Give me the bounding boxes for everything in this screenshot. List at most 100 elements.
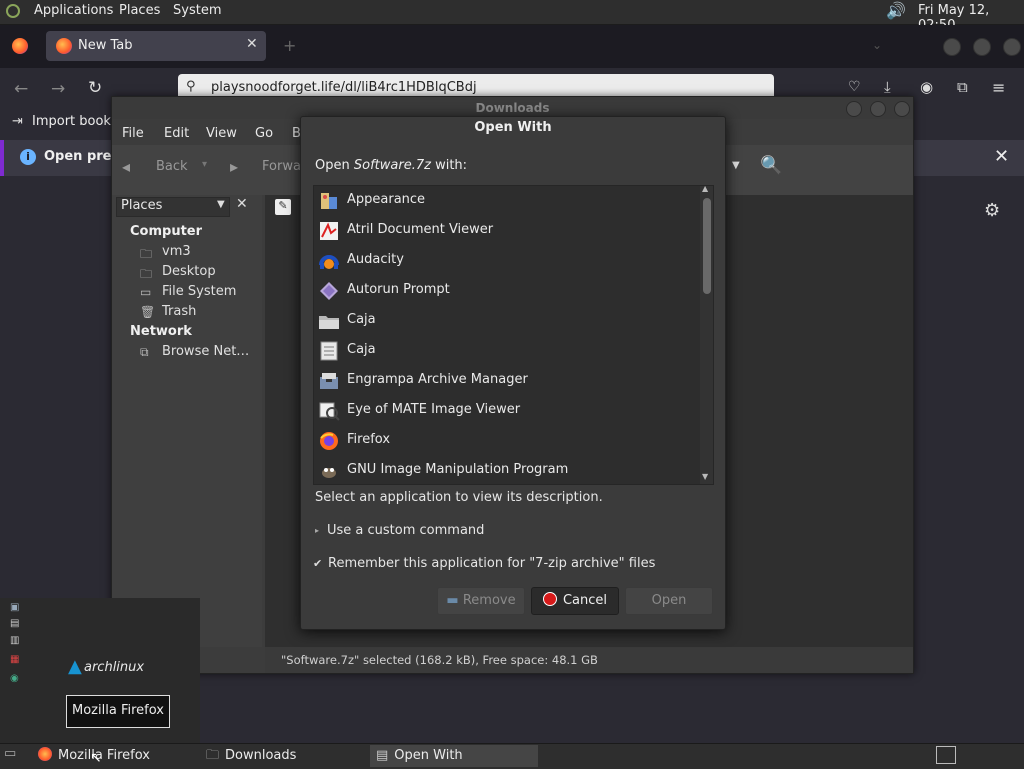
settings-gear-icon[interactable]: ⚙ [984, 200, 1000, 221]
reload-icon[interactable]: ↻ [88, 78, 102, 98]
caja-forward-button[interactable]: Forwa [262, 159, 301, 174]
cancel-label: Cancel [562, 593, 608, 608]
tab-title: New Tab [78, 38, 133, 53]
remove-label: Remove [462, 593, 516, 608]
firefox-icon [38, 747, 52, 761]
cancel-button[interactable]: Cancel [531, 587, 619, 615]
menu-system[interactable]: System [173, 3, 221, 18]
back-history-icon[interactable]: ▾ [202, 159, 207, 170]
list-item[interactable]: Appearance [314, 186, 700, 216]
url-text: playsnoodforget.life/dl/liB4rc1HDBlqCBdj [211, 80, 477, 95]
caja-forward-icon: ▸ [230, 157, 239, 176]
gimp-icon [322, 468, 336, 478]
prompt-suffix: with: [435, 158, 468, 173]
remove-button[interactable]: ▬ Remove [437, 587, 525, 615]
sidebar-item-vm3[interactable]: vm3 [162, 244, 191, 259]
import-bookmarks-link[interactable]: Import bookm [32, 114, 124, 129]
close-window-icon[interactable] [1003, 38, 1021, 56]
app-label: Firefox [347, 432, 391, 447]
remove-icon: ▬ [446, 593, 459, 608]
close-tab-icon[interactable]: ✕ [246, 36, 258, 52]
caja-menu-edit[interactable]: Edit [164, 126, 189, 141]
caja-menu-go[interactable]: Go [255, 126, 273, 141]
close-sidebar-icon[interactable]: ✕ [236, 196, 248, 212]
app-label: GNU Image Manipulation Program [347, 462, 569, 477]
close-notification-icon[interactable]: ✕ [994, 146, 1009, 167]
expander-arrow-icon[interactable]: ▸ [315, 526, 319, 535]
taskbar-item-downloads[interactable]: 🗀 Downloads [204, 745, 364, 767]
app-label: Caja [347, 342, 376, 357]
tooltip: Mozilla Firefox [66, 695, 170, 728]
caja-maximize-icon[interactable] [870, 101, 886, 117]
extensions-icon[interactable]: ⧉ [957, 78, 968, 96]
caja-menu-view[interactable]: View [206, 126, 237, 141]
location-dropdown-icon[interactable]: ▼ [732, 160, 740, 171]
sidebar-item-browse-network[interactable]: Browse Net… [162, 344, 249, 359]
list-item[interactable]: Audacity [314, 246, 700, 276]
list-item[interactable]: Caja [314, 306, 700, 336]
list-item[interactable]: GNU Image Manipulation Program [314, 456, 700, 484]
scroll-down-icon[interactable]: ▼ [702, 472, 708, 481]
app-desktop-icon[interactable]: ▦ [10, 654, 19, 665]
menu-icon[interactable]: ≡ [992, 78, 1005, 97]
sidebar-item-trash[interactable]: Trash [162, 304, 196, 319]
forward-icon[interactable]: → [51, 79, 65, 99]
list-item[interactable]: Eye of MATE Image Viewer [314, 396, 700, 426]
mouse-cursor-icon: ↖ [90, 750, 102, 766]
remember-label: Remember this application for "7-zip arc… [328, 556, 656, 571]
caja-menu-file[interactable]: File [122, 126, 144, 141]
list-item[interactable]: Atril Document Viewer [314, 216, 700, 246]
application-list[interactable]: Appearance Atril Document Viewer Audacit… [313, 185, 714, 485]
browser-desktop-icon[interactable]: ◉ [10, 673, 19, 684]
computer-icon[interactable]: ▣ [10, 602, 19, 613]
downloads-icon[interactable]: ⤓ [884, 78, 891, 96]
scrollbar-thumb[interactable] [703, 198, 711, 294]
places-selector-label: Places [121, 198, 163, 213]
minimize-icon[interactable] [943, 38, 961, 56]
caja-minimize-icon[interactable] [846, 101, 862, 117]
custom-command-expander[interactable]: Use a custom command [327, 523, 484, 538]
computer-header: Computer [130, 224, 203, 239]
show-desktop-icon[interactable]: ▭ [4, 746, 16, 761]
app-label: Autorun Prompt [347, 282, 450, 297]
menu-places[interactable]: Places [119, 3, 160, 18]
tab-new-tab[interactable]: New Tab ✕ [46, 31, 266, 61]
back-icon[interactable]: ← [14, 79, 28, 99]
pocket-icon[interactable]: ♡ [848, 79, 861, 95]
list-item[interactable]: Caja [314, 336, 700, 366]
workspace-switcher-icon[interactable] [936, 746, 956, 764]
list-item[interactable]: Firefox [314, 426, 700, 456]
search-icon: ⚲ [186, 79, 196, 94]
app-label: Audacity [347, 252, 404, 267]
app-label: Caja [347, 312, 376, 327]
caja-search-icon[interactable]: 🔍 [760, 155, 782, 176]
mate-logo-icon[interactable] [6, 4, 20, 18]
sidebar-item-filesystem[interactable]: File System [162, 284, 236, 299]
taskbar-item-open-with[interactable]: ▤ Open With [370, 745, 538, 767]
account-icon[interactable]: ◉ [920, 78, 933, 96]
firefox-view-icon[interactable] [12, 38, 28, 54]
dialog-icon: ▤ [376, 748, 389, 763]
new-tab-icon[interactable]: + [283, 36, 296, 55]
open-button[interactable]: Open [625, 587, 713, 615]
engrampa-icon [320, 373, 338, 389]
list-item[interactable]: Autorun Prompt [314, 276, 700, 306]
scroll-up-icon[interactable]: ▲ [702, 186, 708, 193]
list-item[interactable]: Engrampa Archive Manager [314, 366, 700, 396]
maximize-icon[interactable] [973, 38, 991, 56]
remember-checkbox[interactable]: ✔ [313, 557, 322, 570]
home-folder-icon: 🗀 [140, 247, 153, 261]
file-7z-icon[interactable]: ✎ [275, 199, 291, 215]
task-label: Mozilla Firefox [58, 748, 150, 763]
home-icon[interactable]: ▤ [10, 618, 19, 629]
list-tabs-icon[interactable]: ⌄ [872, 38, 882, 52]
taskbar-item-firefox[interactable]: Mozilla Firefox [34, 745, 194, 767]
trash-desktop-icon[interactable]: ▥ [10, 635, 19, 646]
menu-applications[interactable]: Applications [34, 3, 113, 18]
volume-icon[interactable]: 🔊 [886, 1, 906, 20]
folder-icon [319, 316, 339, 329]
places-selector[interactable]: Places ▼ [116, 197, 230, 217]
caja-back-button[interactable]: Back [156, 159, 188, 174]
sidebar-item-desktop[interactable]: Desktop [162, 264, 216, 279]
caja-close-icon[interactable] [894, 101, 910, 117]
